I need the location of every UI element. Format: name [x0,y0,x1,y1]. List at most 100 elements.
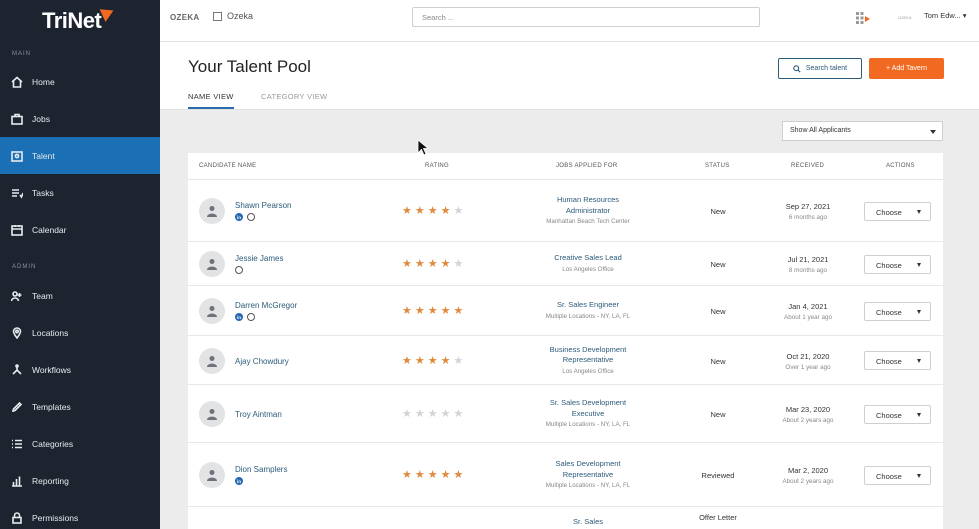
candidate-name-link[interactable]: Jessie James [235,254,283,263]
col-received[interactable]: RECEIVED [791,163,824,169]
org-switcher[interactable]: Ozeka [213,11,253,21]
job-title-link[interactable]: Sr. Sales Development Executive [538,398,638,419]
candidate-name-link[interactable]: Dion Samplers [235,465,287,474]
sidebar-item-reporting[interactable]: Reporting [0,462,160,499]
user-menu[interactable]: Tom Edw... ▾ [924,11,967,20]
trinet-logo[interactable]: TriNet [42,8,102,34]
star-icon[interactable]: ★ [428,355,438,367]
avatar[interactable] [199,198,225,224]
star-icon[interactable]: ★ [402,259,412,270]
col-candidate-name[interactable]: CANDIDATE NAME [199,163,256,169]
linkedin-icon[interactable]: in [235,477,243,485]
star-icon[interactable]: ★ [428,259,438,270]
linkedin-icon[interactable]: in [235,213,243,221]
job-applied: Human Resources Administrator Manhattan B… [538,195,638,227]
rating-stars[interactable]: ★ ★ ★ ★ ★ [402,355,464,367]
sidebar-item-home[interactable]: Home [0,63,160,100]
job-title-link[interactable]: Sr. Sales Engineer [538,300,638,311]
sidebar-item-jobs[interactable]: Jobs [0,100,160,137]
star-icon[interactable]: ★ [454,206,464,217]
candidate-name-link[interactable]: Shawn Pearson [235,201,291,210]
actions-choose-dropdown[interactable]: Choose [864,465,931,485]
star-icon[interactable]: ★ [402,206,412,217]
actions-choose-dropdown[interactable]: Choose [864,301,931,321]
add-talent-button[interactable]: + Add Tavern [869,58,944,79]
star-icon[interactable]: ★ [415,355,425,367]
job-title-link[interactable]: Sales Development Representative [538,459,638,480]
sidebar-item-team[interactable]: Team [0,277,160,314]
apps-grid-icon[interactable] [856,12,870,24]
star-icon[interactable]: ★ [415,470,425,481]
sidebar-item-talent[interactable]: Talent [0,137,160,174]
sidebar-item-permissions[interactable]: Permissions [0,499,160,529]
actions-choose-dropdown[interactable]: Choose [864,254,931,274]
actions-choose-dropdown[interactable]: Choose [864,201,931,221]
star-icon[interactable]: ★ [454,470,464,481]
star-icon[interactable]: ★ [441,355,451,367]
star-icon[interactable]: ★ [402,470,412,481]
sidebar-item-templates[interactable]: Templates [0,388,160,425]
rating-stars[interactable]: ★ ★ ★ ★ ★ [402,409,463,420]
avatar[interactable] [199,251,225,277]
star-icon[interactable]: ★ [415,409,425,420]
sidebar-item-calendar[interactable]: Calendar [0,211,160,248]
sidebar-item-locations[interactable]: Locations [0,314,160,351]
job-title-link[interactable]: Business Development Representative [538,345,638,366]
rating-stars[interactable]: ★ ★ ★ ★ ★ [402,306,463,317]
actions-choose-dropdown[interactable]: Choose [864,404,931,424]
candidate-name-link[interactable]: Troy Aintman [235,410,282,419]
avatar[interactable] [199,462,225,488]
col-actions[interactable]: ACTIONS [886,163,915,169]
tab-name-view[interactable]: NAME VIEW [188,92,234,109]
col-rating[interactable]: RATING [425,163,449,169]
star-icon[interactable]: ★ [415,259,425,270]
job-title-link[interactable]: Creative Sales Lead [538,253,638,264]
star-icon[interactable]: ★ [402,306,412,317]
star-icon[interactable]: ★ [454,355,464,367]
applicant-filter-select[interactable]: Show All Applicants [782,121,943,141]
star-icon[interactable]: ★ [428,206,438,217]
avatar[interactable] [199,347,225,374]
avatar[interactable] [199,298,225,324]
pencil-icon [10,400,24,414]
job-title-link[interactable]: Human Resources Administrator [538,195,638,216]
rating-stars[interactable]: ★ ★ ★ ★ ★ [402,206,463,217]
candidate-badges: in [235,213,255,221]
star-icon[interactable]: ★ [402,409,412,420]
star-icon[interactable]: ★ [454,409,464,420]
chat-icon[interactable] [247,313,255,321]
star-icon[interactable]: ★ [454,259,464,270]
candidate-name-link[interactable]: Darren McGregor [235,301,297,310]
rating-stars[interactable]: ★ ★ ★ ★ ★ [402,259,463,270]
sidebar-item-workflows[interactable]: Workflows [0,351,160,388]
avatar[interactable] [199,401,225,427]
tab-category-view[interactable]: CATEGORY VIEW [261,92,327,101]
star-icon[interactable]: ★ [402,355,412,367]
star-icon[interactable]: ★ [428,306,438,317]
col-status[interactable]: STATUS [705,163,730,169]
team-icon [10,289,24,303]
table-row: Jessie James ★ ★ ★ ★ ★ Creative Sales Lead Los … [188,242,943,286]
chat-icon[interactable] [235,266,243,274]
sidebar-item-tasks[interactable]: Tasks [0,174,160,211]
star-icon[interactable]: ★ [415,306,425,317]
job-title-link[interactable]: Sr. Sales [538,517,638,528]
linkedin-icon[interactable]: in [235,313,243,321]
star-icon[interactable]: ★ [428,409,438,420]
star-icon[interactable]: ★ [454,306,464,317]
star-icon[interactable]: ★ [441,259,451,270]
star-icon[interactable]: ★ [415,206,425,217]
star-icon[interactable]: ★ [441,306,451,317]
candidate-name-link[interactable]: Ajay Chowdury [235,357,289,366]
col-jobs-applied[interactable]: JOBS APPLIED FOR [556,163,617,169]
actions-choose-dropdown[interactable]: Choose [864,351,931,370]
star-icon[interactable]: ★ [428,470,438,481]
rating-stars[interactable]: ★ ★ ★ ★ ★ [402,470,463,481]
star-icon[interactable]: ★ [441,409,451,420]
chat-icon[interactable] [247,213,255,221]
star-icon[interactable]: ★ [441,470,451,481]
star-icon[interactable]: ★ [441,206,451,217]
sidebar-item-categories[interactable]: Categories [0,425,160,462]
search-talent-button[interactable]: Search talent [778,58,862,79]
global-search-input[interactable]: Search ... [412,7,760,27]
